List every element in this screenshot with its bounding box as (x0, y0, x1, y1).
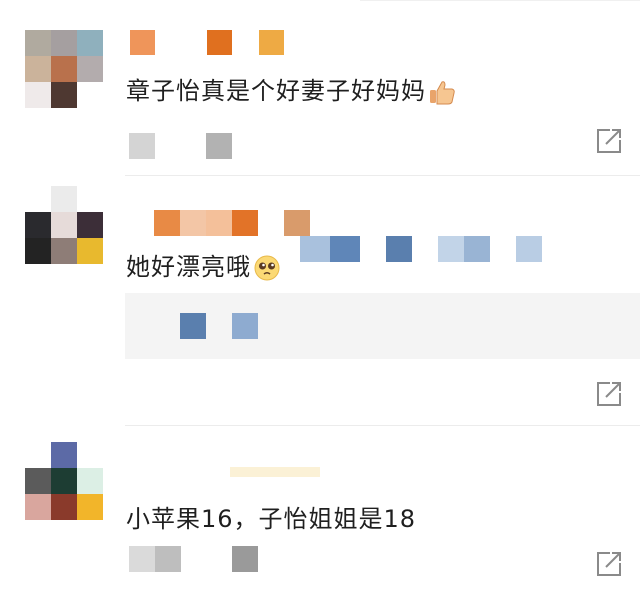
meta-pixelated (129, 546, 155, 572)
comment-text: 章子怡真是个好妻子好妈妈 (126, 71, 456, 106)
share-icon[interactable] (594, 126, 624, 156)
avatar[interactable] (25, 30, 103, 108)
username-pixelated[interactable] (130, 30, 290, 56)
thumbs-up-icon (430, 81, 455, 105)
badge-pixelated (300, 236, 550, 262)
comment-item: 她好漂亮哦 (0, 175, 640, 425)
comment-text: 她好漂亮哦 (126, 247, 281, 282)
meta-pixelated (155, 546, 181, 572)
username-pixelated[interactable] (150, 210, 320, 236)
comment-text: 小苹果16，子怡姐姐是18 (126, 505, 417, 533)
meta-pixelated (206, 133, 232, 159)
avatar[interactable] (25, 186, 103, 264)
username-pixelated[interactable] (230, 467, 320, 479)
meta-pixelated (232, 546, 258, 572)
share-icon[interactable] (594, 549, 624, 579)
meta-pixelated (129, 133, 155, 159)
comment-item: 章子怡真是个好妻子好妈妈 (0, 0, 640, 175)
avatar[interactable] (25, 442, 103, 520)
comment-item: 小苹果16，子怡姐姐是18 (0, 425, 640, 597)
share-icon[interactable] (594, 379, 624, 409)
pleading-face-icon (254, 255, 280, 281)
reply-preview[interactable] (125, 293, 640, 359)
